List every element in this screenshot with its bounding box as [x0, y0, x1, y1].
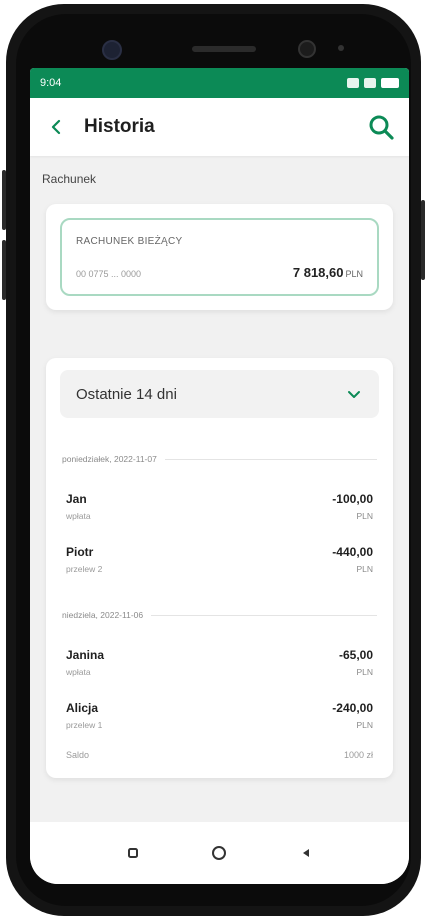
transaction-info: Jan wpłata	[66, 492, 91, 521]
transaction-title: Piotr	[66, 545, 94, 559]
transaction-subtitle: przelew 1	[66, 720, 103, 730]
transaction-amount: -65,00	[338, 648, 373, 662]
page-title: Historia	[84, 116, 155, 137]
date-separator-line	[151, 614, 377, 616]
transaction-title: Jan	[66, 492, 87, 506]
earpiece-speaker	[192, 46, 256, 52]
transaction-title: Alicja	[66, 701, 99, 715]
transaction-amount-block: -65,00 PLN	[339, 648, 373, 677]
transaction-currency: PLN	[356, 720, 373, 730]
account-balance-value: 7 818,60	[292, 265, 344, 280]
date-separator: niedziela, 2022-11-06	[62, 610, 377, 620]
account-details-row: 00 0775 ... 0000 7 818,60 PLN	[76, 265, 363, 280]
account-balance-currency: PLN	[345, 269, 363, 279]
transaction-title: Janina	[66, 648, 105, 662]
home-button[interactable]	[204, 838, 234, 868]
front-camera	[102, 40, 122, 60]
back-button[interactable]	[291, 838, 321, 868]
app-screen: 9:04 Historia Rachunek RACHUNEK BIEŻĄCY …	[30, 68, 409, 884]
battery-icon	[381, 78, 399, 88]
volume-button	[2, 170, 6, 230]
partial-row-value: 1000 zł	[343, 750, 373, 760]
transaction-row[interactable]: Janina wpłata -65,00 PLN	[60, 640, 379, 693]
transaction-info: Janina wpłata	[66, 648, 104, 677]
transaction-amount-block: -100,00 PLN	[332, 492, 373, 521]
account-card[interactable]: RACHUNEK BIEŻĄCY 00 0775 ... 0000 7 818,…	[46, 204, 393, 310]
transaction-currency: PLN	[356, 564, 373, 574]
transaction-amount-block: -440,00 PLN	[332, 545, 373, 574]
light-sensor	[338, 45, 344, 51]
status-bar: 9:04	[30, 68, 409, 98]
transaction-row[interactable]: Jan wpłata -100,00 PLN	[60, 484, 379, 537]
account-number: 00 0775 ... 0000	[76, 269, 142, 279]
transaction-info: Piotr przelew 2	[66, 545, 102, 574]
period-dropdown-label: Ostatnie 14 dni	[76, 385, 177, 403]
recent-apps-button[interactable]	[118, 838, 148, 868]
transaction-subtitle: wpłata	[66, 667, 91, 677]
transaction-subtitle: wpłata	[66, 511, 91, 521]
transaction-amount: -440,00	[332, 545, 373, 559]
account-balance: 7 818,60 PLN	[293, 265, 363, 280]
status-icons	[347, 78, 399, 88]
history-card: Ostatnie 14 dni poniedziałek, 2022-11-07…	[46, 358, 393, 778]
back-chevron-icon[interactable]	[46, 117, 66, 137]
transaction-currency: PLN	[356, 511, 373, 521]
app-bar: Historia	[30, 98, 409, 156]
transaction-amount-block: -240,00 PLN	[332, 701, 373, 730]
transaction-row[interactable]: Alicja przelew 1 -240,00 PLN	[60, 693, 379, 746]
account-name: RACHUNEK BIEŻĄCY	[76, 236, 183, 247]
system-nav-bar	[30, 822, 409, 884]
proximity-sensor	[298, 40, 316, 58]
transaction-info: Alicja przelew 1	[66, 701, 102, 730]
signal-icon	[347, 78, 359, 88]
search-icon[interactable]	[367, 113, 395, 141]
transaction-currency: PLN	[356, 667, 373, 677]
partial-row-label: Saldo	[66, 750, 90, 760]
account-card-inner: RACHUNEK BIEŻĄCY 00 0775 ... 0000 7 818,…	[60, 218, 379, 296]
date-separator-label: niedziela, 2022-11-06	[62, 610, 144, 620]
date-separator: poniedziałek, 2022-11-07	[62, 454, 377, 464]
transaction-subtitle: przelew 2	[66, 564, 103, 574]
transaction-row[interactable]: Piotr przelew 2 -440,00 PLN	[60, 537, 379, 590]
period-dropdown[interactable]: Ostatnie 14 dni	[60, 370, 379, 418]
wifi-icon	[364, 78, 376, 88]
partial-row: Saldo 1000 zł	[60, 746, 379, 760]
account-section-label: Rachunek	[42, 172, 97, 186]
transaction-amount: -240,00	[332, 701, 373, 715]
date-separator-label: poniedziałek, 2022-11-07	[62, 454, 157, 464]
transaction-amount: -100,00	[332, 492, 373, 506]
status-time: 9:04	[40, 77, 62, 89]
power-button	[421, 200, 425, 280]
chevron-down-icon	[345, 385, 363, 403]
volume-button	[2, 240, 6, 300]
date-separator-line	[164, 458, 377, 460]
phone-frame: 9:04 Historia Rachunek RACHUNEK BIEŻĄCY …	[6, 4, 421, 916]
